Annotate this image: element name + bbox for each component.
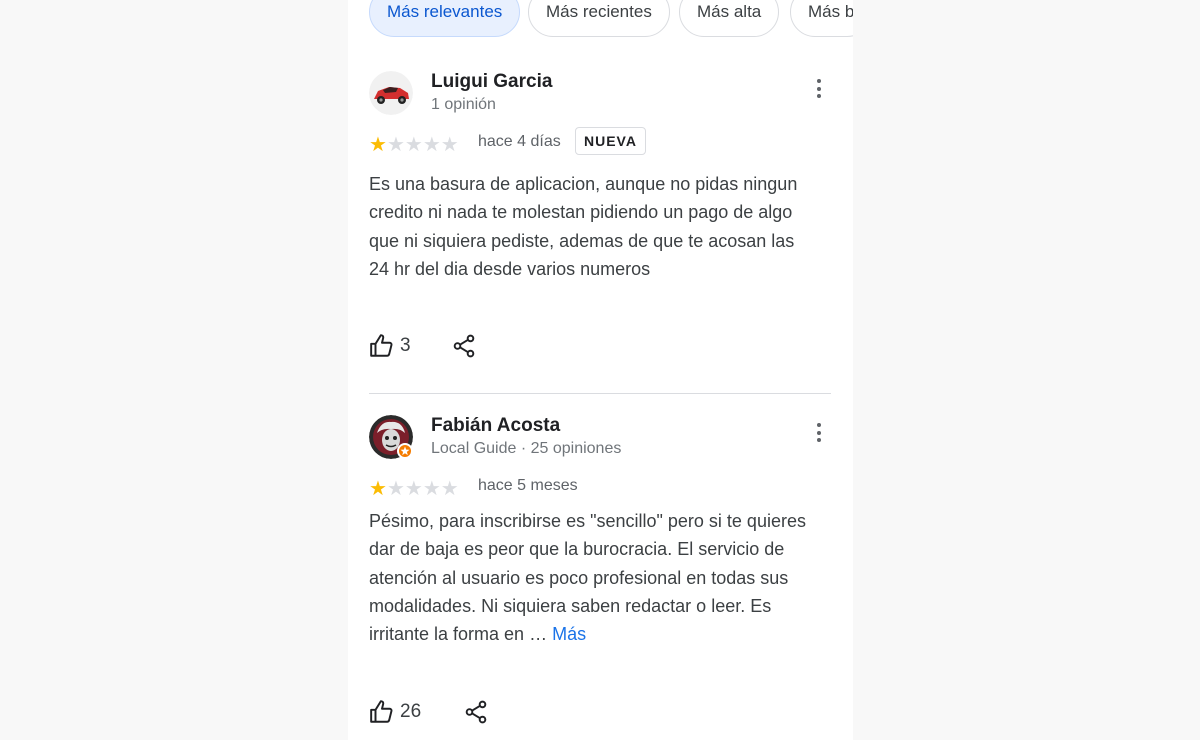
chip-most-recent[interactable]: Más recientes <box>528 0 670 37</box>
like-count: 3 <box>400 335 411 356</box>
star-filled-icon: ★ <box>369 134 387 156</box>
star-empty-icon: ★ <box>386 478 405 500</box>
reviews-panel: Más relevantes Más recientes Más alta Má… <box>348 0 853 740</box>
like-count: 26 <box>400 701 422 722</box>
star-empty-icon: ★ <box>404 478 423 500</box>
star-filled-icon: ★ <box>369 478 387 500</box>
new-badge: NUEVA <box>575 127 646 155</box>
more-options-icon[interactable] <box>807 79 831 107</box>
local-guide-badge-icon <box>397 443 413 459</box>
share-icon[interactable] <box>463 699 489 725</box>
filter-chips: Más relevantes Más recientes Más alta Má… <box>348 0 853 41</box>
star-empty-icon: ★ <box>386 134 405 156</box>
thumbs-up-icon <box>370 334 393 357</box>
author-meta: Local Guide · 25 opiniones <box>431 440 622 457</box>
like-button[interactable]: 26 <box>369 699 421 725</box>
share-icon[interactable] <box>451 333 477 359</box>
star-empty-icon: ★ <box>422 478 441 500</box>
star-empty-icon: ★ <box>422 134 441 156</box>
star-empty-icon: ★ <box>404 134 423 156</box>
more-options-icon[interactable] <box>807 423 831 451</box>
review-text: Pésimo, para inscribirse es "sencillo" p… <box>369 507 809 648</box>
star-rating: ★★★★★ <box>369 132 459 157</box>
star-rating: ★★★★★ <box>369 476 459 501</box>
review-date: hace 4 días <box>478 133 561 150</box>
review-text: Es una basura de aplicacion, aunque no p… <box>369 174 798 279</box>
more-link[interactable]: Más <box>552 624 586 644</box>
author-name[interactable]: Fabián Acosta <box>431 415 560 437</box>
author-name[interactable]: Luigui Garcia <box>431 71 552 93</box>
chip-lowest[interactable]: Más b <box>790 0 853 37</box>
author-meta: 1 opinión <box>431 96 496 113</box>
like-button[interactable]: 3 <box>369 333 411 359</box>
chip-most-relevant[interactable]: Más relevantes <box>369 0 521 37</box>
star-empty-icon: ★ <box>440 134 459 156</box>
red-car-icon[interactable] <box>369 71 413 115</box>
review-date: hace 5 meses <box>478 477 578 494</box>
star-empty-icon: ★ <box>440 478 459 500</box>
thumbs-up-icon <box>370 700 393 723</box>
review-text-content: Pésimo, para inscribirse es "sencillo" p… <box>369 511 806 645</box>
chip-highest[interactable]: Más alta <box>679 0 780 37</box>
review-divider <box>369 393 831 394</box>
